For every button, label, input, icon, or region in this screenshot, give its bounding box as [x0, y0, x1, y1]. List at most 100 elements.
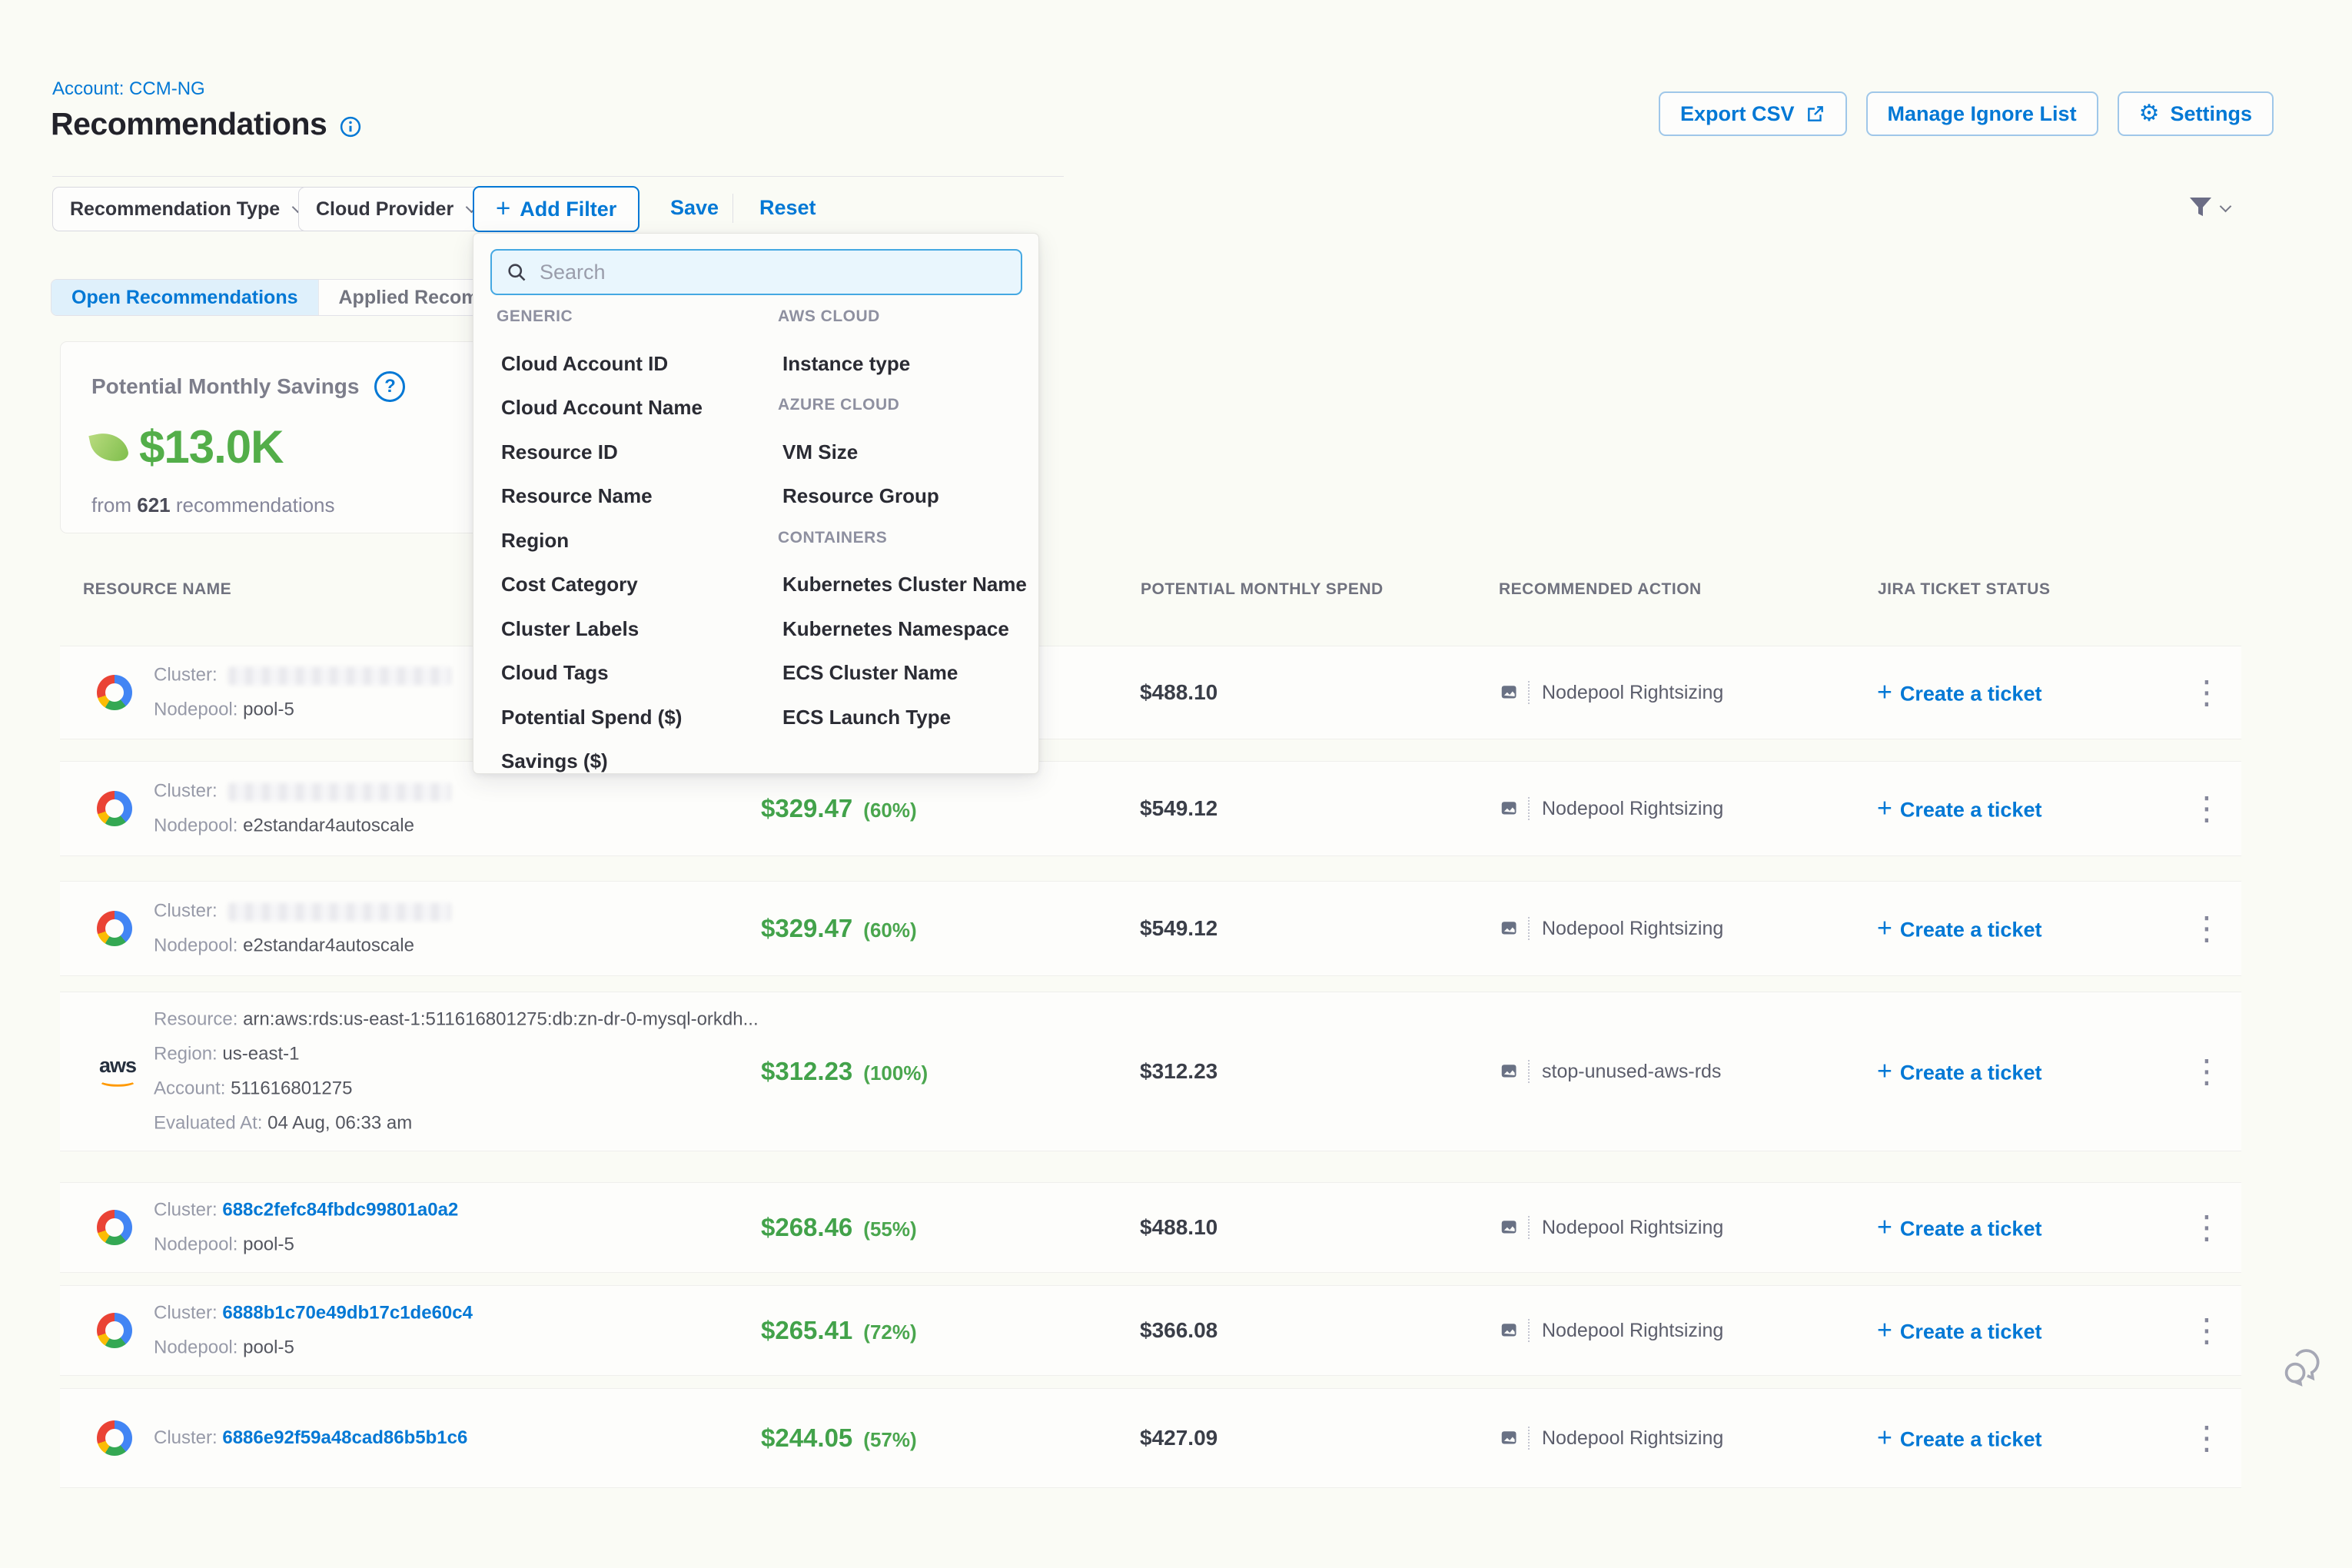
cluster-link[interactable]: 6886e92f59a48cad86b5b1c6 [222, 1427, 467, 1448]
filter-option[interactable]: Kubernetes Namespace [778, 617, 1009, 641]
plus-icon: + [1877, 794, 1892, 824]
filter-option[interactable]: VM Size [778, 440, 858, 464]
savings-amount: $13.0K [139, 420, 283, 473]
plus-icon: + [1877, 678, 1892, 708]
cloud-provider-filter[interactable]: Cloud Provider [298, 187, 493, 231]
filter-option[interactable]: ECS Cluster Name [778, 661, 958, 685]
row-menu-kebab[interactable]: ⋮ [2191, 915, 2223, 942]
gcp-icon [97, 1313, 132, 1348]
filter-option[interactable]: Resource Name [497, 484, 653, 508]
table-row[interactable]: Cluster: Nodepool: e2standar4autoscale $… [60, 761, 2241, 856]
table-row[interactable]: Cluster: Nodepool: e2standar4autoscale $… [60, 881, 2241, 976]
filter-option[interactable]: Instance type [778, 352, 910, 376]
filter-option[interactable]: Cloud Account Name [497, 396, 703, 420]
manage-ignore-list-button[interactable]: Manage Ignore List [1866, 91, 2098, 136]
resource-line: Nodepool: pool-5 [154, 699, 451, 721]
filter-option[interactable]: Cloud Tags [497, 661, 609, 685]
create-ticket-button[interactable]: + Create a ticket [1877, 914, 2041, 944]
table-row[interactable]: Cluster: Nodepool: pool-5 $488.10 Nodepo… [60, 646, 2241, 739]
add-filter-button[interactable]: + Add Filter [473, 186, 639, 232]
dropdown-search-input[interactable] [540, 261, 1007, 284]
gear-icon: ⚙ [2139, 102, 2160, 125]
row-menu-kebab[interactable]: ⋮ [2191, 1058, 2223, 1085]
resource-name-cell: Cluster: 6886e92f59a48cad86b5b1c6 [154, 1427, 467, 1449]
filter-option[interactable]: Savings ($) [497, 749, 608, 773]
resource-value: e2standar4autoscale [243, 816, 414, 836]
table-row[interactable]: Cluster: 6886e92f59a48cad86b5b1c6 $244.0… [60, 1388, 2241, 1488]
monthly-savings-value: $312.23(100%) [761, 1057, 928, 1086]
row-menu-kebab[interactable]: ⋮ [2191, 679, 2223, 706]
filter-option[interactable]: Cloud Account ID [497, 352, 668, 376]
monthly-savings-value: $268.46(55%) [761, 1213, 917, 1242]
header-divider [52, 176, 1064, 177]
row-menu-kebab[interactable]: ⋮ [2191, 1214, 2223, 1241]
settings-button[interactable]: ⚙ Settings [2118, 91, 2274, 136]
tab-open-label: Open Recommendations [71, 287, 298, 309]
plus-icon: + [1877, 1213, 1892, 1243]
filter-option[interactable]: ECS Launch Type [778, 706, 951, 729]
resource-line: Cluster: 6888b1c70e49db17c1de60c4 [154, 1303, 473, 1324]
save-filter-button[interactable]: Save [670, 196, 719, 220]
resource-name-cell: Resource: arn:aws:rds:us-east-1:51161680… [154, 1009, 759, 1134]
filter-option[interactable]: Potential Spend ($) [497, 706, 682, 729]
resource-line: Nodepool: pool-5 [154, 1337, 473, 1359]
resource-value: pool-5 [243, 1234, 294, 1255]
redacted-text [228, 782, 451, 801]
recommended-action-cell: Nodepool Rightsizing [1499, 681, 1723, 704]
create-ticket-button[interactable]: + Create a ticket [1877, 1423, 2041, 1453]
settings-label: Settings [2170, 102, 2252, 126]
create-ticket-button[interactable]: + Create a ticket [1877, 794, 2041, 824]
resource-name-cell: Cluster: Nodepool: pool-5 [154, 665, 451, 721]
monthly-savings-value: $244.05(57%) [761, 1423, 917, 1453]
help-icon[interactable]: ? [374, 371, 405, 402]
external-link-icon [1806, 104, 1825, 124]
row-menu-kebab[interactable]: ⋮ [2191, 1425, 2223, 1451]
resource-line: Cluster: 688c2fefc84fbdc99801a0a2 [154, 1200, 458, 1221]
support-chat-button[interactable] [2280, 1347, 2323, 1394]
create-ticket-button[interactable]: + Create a ticket [1877, 678, 2041, 708]
info-icon[interactable] [339, 115, 362, 138]
resource-line: Account: 511616801275 [154, 1078, 759, 1100]
cluster-link[interactable]: 688c2fefc84fbdc99801a0a2 [222, 1200, 458, 1221]
monthly-savings-value: $329.47(60%) [761, 794, 917, 823]
plus-icon: + [1877, 1423, 1892, 1453]
recommended-action-label: Nodepool Rightsizing [1542, 1427, 1723, 1450]
filter-option[interactable]: Cluster Labels [497, 617, 639, 641]
row-menu-kebab[interactable]: ⋮ [2191, 796, 2223, 822]
row-menu-kebab[interactable]: ⋮ [2191, 1317, 2223, 1344]
filter-option[interactable]: Cost Category [497, 573, 638, 596]
gcp-icon [97, 1210, 132, 1245]
table-row[interactable]: Cluster: 6888b1c70e49db17c1de60c4 Nodepoo… [60, 1285, 2241, 1376]
create-ticket-button[interactable]: + Create a ticket [1877, 1057, 2041, 1087]
filter-option[interactable]: Resource Group [778, 484, 939, 508]
tab-open-recommendations[interactable]: Open Recommendations [51, 280, 318, 315]
add-filter-label: Add Filter [520, 198, 616, 221]
table-row[interactable]: Cluster: 688c2fefc84fbdc99801a0a2Nodepoo… [60, 1182, 2241, 1273]
plus-icon: + [1877, 1316, 1892, 1346]
create-ticket-button[interactable]: + Create a ticket [1877, 1213, 2041, 1243]
cluster-link[interactable]: 6888b1c70e49db17c1de60c4 [222, 1303, 473, 1324]
table-row[interactable]: aws Resource: arn:aws:rds:us-east-1:5116… [60, 992, 2241, 1151]
manage-ignore-list-label: Manage Ignore List [1888, 102, 2077, 126]
recommendation-type-filter[interactable]: Recommendation Type [52, 187, 320, 231]
create-ticket-button[interactable]: + Create a ticket [1877, 1316, 2041, 1346]
resource-value: pool-5 [243, 699, 294, 720]
plus-icon: + [1877, 1057, 1892, 1087]
filter-option[interactable]: Kubernetes Cluster Name [778, 573, 1027, 596]
reset-filter-button[interactable]: Reset [759, 196, 816, 220]
filter-option[interactable]: Region [497, 529, 569, 553]
filter-panel-toggle[interactable] [2184, 192, 2230, 224]
recommendation-type-label: Recommendation Type [70, 198, 280, 221]
resource-line: Cluster: [154, 901, 451, 922]
recommendations-tabs: Open Recommendations Applied Recommendat… [51, 279, 512, 316]
recommendation-type-icon [1499, 797, 1530, 820]
resource-line: Nodepool: e2standar4autoscale [154, 816, 451, 837]
resource-value: 04 Aug, 06:33 am [267, 1113, 412, 1134]
resource-value: e2standar4autoscale [243, 935, 414, 956]
page-title: Recommendations [51, 106, 327, 142]
potential-monthly-savings-card: Potential Monthly Savings ? $13.0K from … [60, 341, 492, 533]
account-breadcrumb-link[interactable]: Account: CCM-NG [52, 78, 205, 100]
filter-option[interactable]: Resource ID [497, 440, 618, 464]
monthly-savings-value: $329.47(60%) [761, 914, 917, 943]
export-csv-button[interactable]: Export CSV [1659, 91, 1847, 136]
